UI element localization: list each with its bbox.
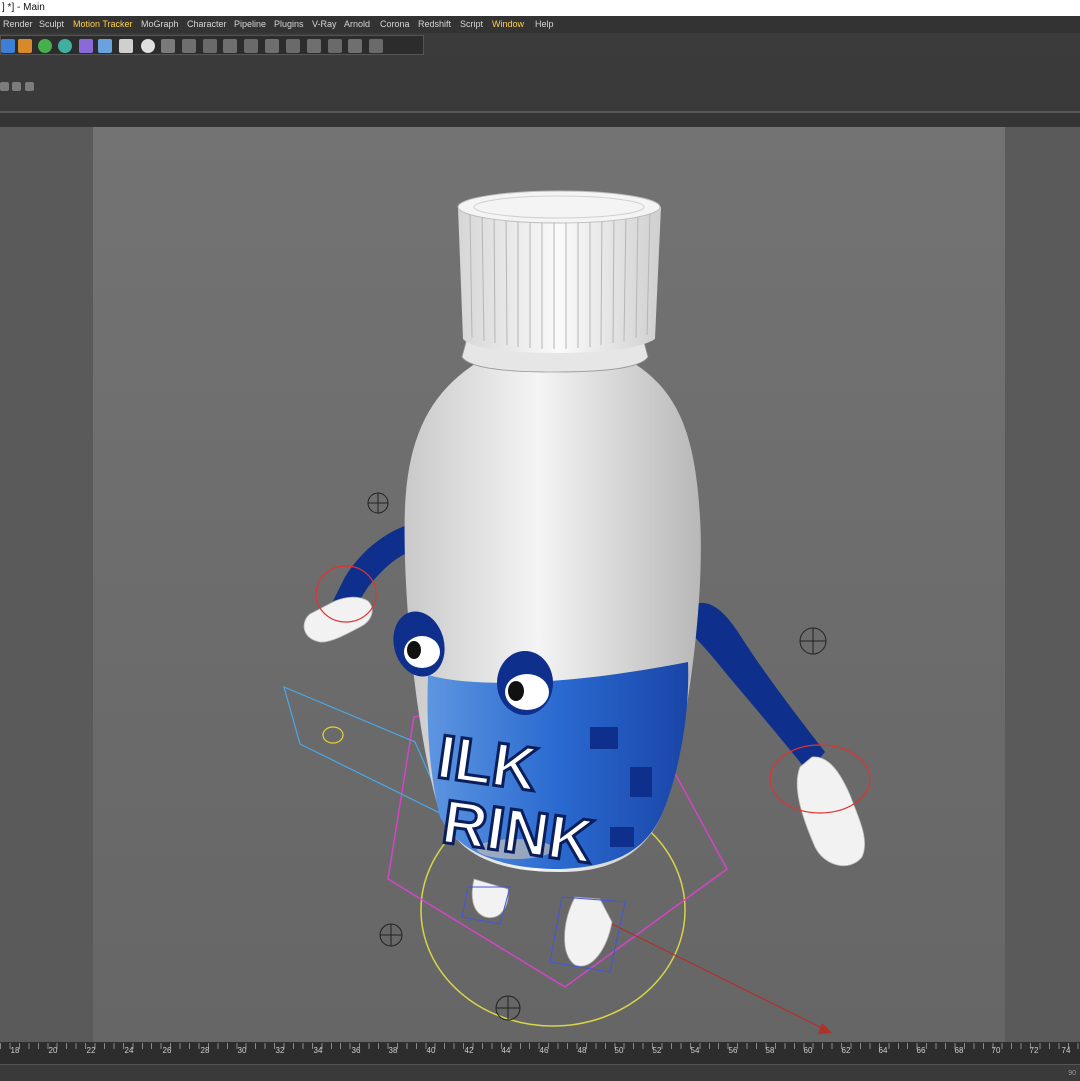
light-icon[interactable] bbox=[141, 39, 155, 53]
mode-icon-3[interactable] bbox=[25, 82, 34, 91]
menu-sculpt[interactable]: Sculpt bbox=[39, 16, 64, 33]
menu-pipeline[interactable]: Pipeline bbox=[234, 16, 266, 33]
frame-label: 70 bbox=[991, 1046, 1001, 1055]
menu-redshift[interactable]: Redshift bbox=[418, 16, 451, 33]
label-patch-3 bbox=[610, 827, 634, 847]
frame-label: 36 bbox=[351, 1046, 361, 1055]
matrix-tool-icon[interactable] bbox=[328, 39, 342, 53]
frame-label: 66 bbox=[916, 1046, 926, 1055]
viewport-scene: ILK RINK bbox=[0, 127, 1080, 1042]
end-frame: 90 bbox=[1068, 1070, 1076, 1077]
frame-label: 28 bbox=[200, 1046, 210, 1055]
frame-label: 24 bbox=[124, 1046, 134, 1055]
frame-label: 30 bbox=[237, 1046, 247, 1055]
knife-tool-icon[interactable] bbox=[307, 39, 321, 53]
menu-arnold[interactable]: Arnold bbox=[344, 16, 370, 33]
null-locator-1[interactable] bbox=[367, 492, 389, 514]
deformer-icon[interactable] bbox=[79, 39, 93, 53]
window-title: ] *] - Main bbox=[0, 0, 1080, 16]
frame-label: 72 bbox=[1029, 1046, 1039, 1055]
cube-icon[interactable] bbox=[1, 39, 15, 53]
menu-render[interactable]: Render bbox=[3, 16, 33, 33]
bevel-tool-icon[interactable] bbox=[265, 39, 279, 53]
frame-label: 34 bbox=[313, 1046, 323, 1055]
menu-mograph[interactable]: MoGraph bbox=[141, 16, 179, 33]
frame-label: 18 bbox=[10, 1046, 20, 1055]
frame-label: 54 bbox=[690, 1046, 700, 1055]
floor-icon[interactable] bbox=[98, 39, 112, 53]
label-patch-2 bbox=[630, 767, 652, 797]
right-eye bbox=[497, 651, 553, 715]
command-palette bbox=[0, 35, 424, 55]
icon-toolbar bbox=[0, 33, 1080, 57]
attribute-bar bbox=[0, 57, 1080, 111]
frame-label: 42 bbox=[464, 1046, 474, 1055]
frame-label: 50 bbox=[614, 1046, 624, 1055]
mode-icon-1[interactable] bbox=[0, 82, 9, 91]
menu-window[interactable]: Window bbox=[492, 16, 524, 33]
frame-label: 26 bbox=[162, 1046, 172, 1055]
grid-tool-icon[interactable] bbox=[161, 39, 175, 53]
camera-icon[interactable] bbox=[119, 39, 133, 53]
menu-help[interactable]: Help bbox=[535, 16, 554, 33]
subdivision-icon[interactable] bbox=[38, 39, 52, 53]
frame-label: 68 bbox=[954, 1046, 964, 1055]
frame-label: 60 bbox=[803, 1046, 813, 1055]
frame-label: 56 bbox=[728, 1046, 738, 1055]
frame-label: 22 bbox=[86, 1046, 96, 1055]
pen-icon[interactable] bbox=[18, 39, 32, 53]
viewport-header bbox=[0, 113, 1080, 127]
menu-script[interactable]: Script bbox=[460, 16, 483, 33]
menu-motion-tracker[interactable]: Motion Tracker bbox=[73, 16, 133, 33]
frame-label: 48 bbox=[577, 1046, 587, 1055]
bottle-cap bbox=[458, 207, 661, 353]
menu-character[interactable]: Character bbox=[187, 16, 227, 33]
frame-label: 20 bbox=[48, 1046, 58, 1055]
extrude-tool-icon[interactable] bbox=[286, 39, 300, 53]
branch-tool-icon[interactable] bbox=[223, 39, 237, 53]
frame-label: 74 bbox=[1061, 1046, 1071, 1055]
menu-corona[interactable]: Corona bbox=[380, 16, 410, 33]
frame-label: 62 bbox=[841, 1046, 851, 1055]
array-icon[interactable] bbox=[58, 39, 72, 53]
cloner-tool-icon[interactable] bbox=[369, 39, 383, 53]
menu-vray[interactable]: V-Ray bbox=[312, 16, 337, 33]
mesh-tool-icon[interactable] bbox=[182, 39, 196, 53]
frame-label: 40 bbox=[426, 1046, 436, 1055]
menu-bar: Render Sculpt Motion Tracker MoGraph Cha… bbox=[0, 16, 1080, 33]
frame-label: 52 bbox=[652, 1046, 662, 1055]
menu-plugins[interactable]: Plugins bbox=[274, 16, 304, 33]
timeline-track[interactable] bbox=[0, 1064, 1080, 1081]
join-tool-icon[interactable] bbox=[203, 39, 217, 53]
frame-label: 46 bbox=[539, 1046, 549, 1055]
null-locator-3[interactable] bbox=[379, 923, 403, 947]
3d-viewport[interactable]: ILK RINK bbox=[0, 127, 1080, 1042]
frame-label: 32 bbox=[275, 1046, 285, 1055]
frame-label: 44 bbox=[501, 1046, 511, 1055]
label-patch-1 bbox=[590, 727, 618, 749]
null-locator-2[interactable] bbox=[799, 627, 827, 655]
sweep-tool-icon[interactable] bbox=[244, 39, 258, 53]
frame-label: 64 bbox=[878, 1046, 888, 1055]
pattern-tool-icon[interactable] bbox=[348, 39, 362, 53]
timeline[interactable]: 18 20 22 24 26 28 30 32 34 36 38 40 42 4… bbox=[0, 1042, 1080, 1081]
mode-icon-2[interactable] bbox=[12, 82, 21, 91]
null-locator-4[interactable] bbox=[495, 995, 521, 1021]
frame-label: 38 bbox=[388, 1046, 398, 1055]
frame-label: 58 bbox=[765, 1046, 775, 1055]
